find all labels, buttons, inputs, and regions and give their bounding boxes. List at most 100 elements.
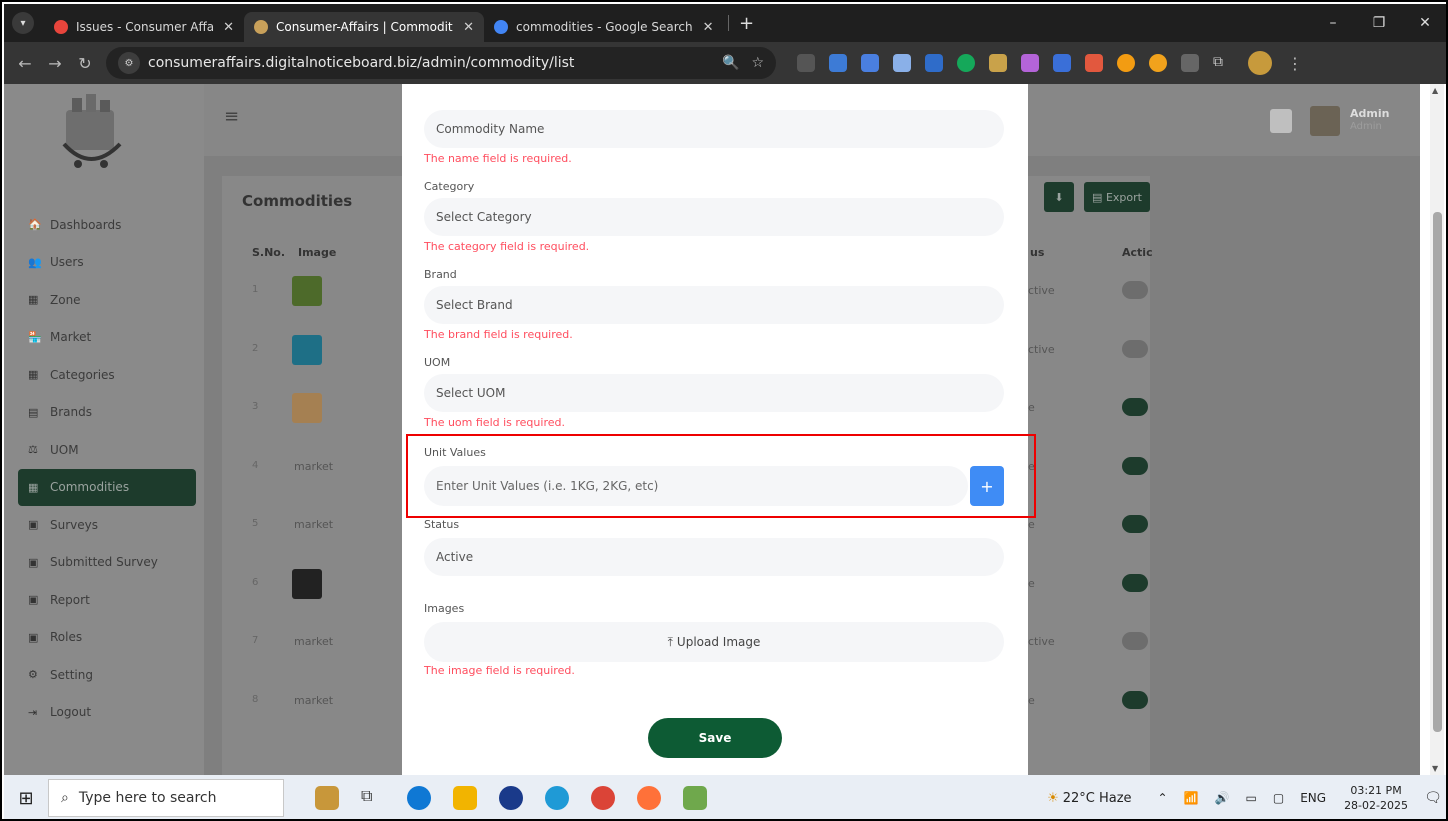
save-button[interactable]: Save — [648, 718, 782, 758]
upload-image-button[interactable]: ⤒ Upload Image — [424, 622, 1004, 662]
extension-icon[interactable] — [893, 54, 911, 72]
sidebar-item-setting[interactable]: ⚙ Setting — [18, 656, 196, 694]
extension-icon[interactable] — [1117, 54, 1135, 72]
network-icon[interactable]: 📶 — [1184, 791, 1199, 805]
clock[interactable]: 03:21 PM 28-02-2025 — [1344, 783, 1408, 813]
close-tab-icon[interactable]: ✕ — [223, 20, 234, 35]
status-select[interactable]: Active — [424, 538, 1004, 576]
battery-icon[interactable]: ▭ — [1246, 791, 1257, 805]
notification-icon[interactable] — [1270, 109, 1292, 133]
zoom-icon[interactable]: 🔍 — [722, 55, 739, 71]
back-icon[interactable]: ← — [10, 54, 40, 73]
firefox-icon[interactable] — [637, 786, 661, 810]
reload-icon[interactable]: ↻ — [70, 54, 100, 73]
column-header: S.No. — [252, 246, 286, 259]
scroll-down-icon[interactable]: ▼ — [1432, 764, 1438, 773]
forward-icon[interactable]: → — [40, 54, 70, 73]
sidebar-item-zone[interactable]: ▦ Zone — [18, 281, 196, 319]
tab-issues[interactable]: Issues - Consumer Affairs Admi ✕ — [44, 12, 244, 42]
profile-avatar[interactable] — [1248, 51, 1272, 75]
sidebar-item-dashboards[interactable]: 🏠 Dashboards — [18, 206, 196, 244]
sidebar-item-brands[interactable]: ▤ Brands — [18, 394, 196, 432]
export-button[interactable]: ▤ Export — [1084, 182, 1150, 212]
extension-icon[interactable] — [829, 54, 847, 72]
site-info-icon[interactable]: ⚙ — [118, 52, 140, 74]
grammarly-icon[interactable] — [957, 54, 975, 72]
bookmark-star-icon[interactable]: ☆ — [751, 55, 764, 71]
tab-search-button[interactable]: ▾ — [12, 12, 34, 34]
chrome-icon[interactable] — [591, 786, 615, 810]
extension-icon[interactable] — [989, 54, 1007, 72]
weather-text[interactable]: 22°C Haze — [1063, 791, 1132, 806]
broken-image-alt: market — [294, 693, 334, 707]
volume-icon[interactable]: 🔊 — [1215, 791, 1230, 805]
brand-select[interactable]: Select Brand — [424, 286, 1004, 324]
taskbar-search[interactable]: ⌕ Type here to search — [48, 779, 284, 817]
tab-commodity[interactable]: Consumer-Affairs | Commodity ✕ — [244, 12, 484, 42]
browser-toolbar: ← → ↻ ⚙ consumeraffairs.digitalnoticeboa… — [4, 42, 1446, 84]
restore-button[interactable]: ❐ — [1356, 15, 1402, 31]
status-toggle[interactable] — [1122, 281, 1148, 299]
extensions-puzzle-icon[interactable]: ⧉ — [1213, 54, 1231, 72]
sidebar-item-logout[interactable]: ⇥ Logout — [18, 694, 196, 732]
edge-icon[interactable] — [545, 786, 569, 810]
column-header: Actic — [1122, 246, 1153, 259]
app-icon[interactable] — [499, 786, 523, 810]
new-tab-button[interactable]: + — [739, 13, 754, 34]
language-indicator[interactable]: ENG — [1300, 791, 1326, 805]
extension-icon[interactable] — [1085, 54, 1103, 72]
uom-select[interactable]: Select UOM — [424, 374, 1004, 412]
sidebar-item-roles[interactable]: ▣ Roles — [18, 619, 196, 657]
extension-icon[interactable] — [1021, 54, 1039, 72]
extension-icon[interactable] — [925, 54, 943, 72]
browser-menu-icon[interactable]: ⋮ — [1280, 54, 1310, 73]
category-select[interactable]: Select Category — [424, 198, 1004, 236]
page-scrollbar[interactable]: ▲ ▼ — [1430, 84, 1444, 775]
status-toggle[interactable] — [1122, 339, 1148, 358]
select-value: Active — [436, 550, 474, 564]
sidebar-item-categories[interactable]: ▦ Categories — [18, 356, 196, 394]
extension-icon[interactable] — [797, 54, 815, 72]
page-content: 🏠 Dashboards 👥 Users ▦ Zone 🏪 Market ▦ Catego… — [4, 84, 1420, 775]
close-tab-icon[interactable]: ✕ — [703, 20, 714, 35]
address-bar[interactable]: ⚙ consumeraffairs.digitalnoticeboard.biz… — [106, 47, 776, 79]
task-view-icon[interactable]: ⧉ — [361, 786, 385, 810]
commodity-name-input[interactable]: Commodity Name — [424, 110, 1004, 148]
status-toggle[interactable] — [1122, 632, 1148, 650]
sidebar-item-commodities[interactable]: ▦ Commodities — [18, 468, 196, 506]
extension-icon[interactable] — [1181, 54, 1199, 72]
system-tray: ☀ 22°C Haze ⌃ 📶 🔊 ▭ ▢ ENG 03:21 PM 28-02… — [1047, 775, 1446, 819]
skype-icon[interactable] — [407, 786, 431, 810]
windows-start-icon[interactable]: ⊞ — [4, 788, 48, 809]
extension-icon[interactable] — [1149, 54, 1167, 72]
user-name[interactable]: Admin — [1350, 107, 1389, 120]
extension-icon[interactable] — [1053, 54, 1071, 72]
status-toggle[interactable] — [1122, 515, 1148, 533]
status-toggle[interactable] — [1122, 456, 1148, 475]
notifications-icon[interactable]: 🗨 — [1418, 790, 1446, 806]
notepad-icon[interactable] — [683, 786, 707, 810]
sidebar-item-submitted-survey[interactable]: ▣ Submitted Survey — [18, 544, 196, 582]
status-toggle[interactable] — [1122, 573, 1148, 592]
import-button[interactable]: ⬇ — [1044, 182, 1074, 212]
minimize-button[interactable]: – — [1310, 15, 1356, 31]
extension-icon[interactable] — [861, 54, 879, 72]
sidebar-item-surveys[interactable]: ▣ Surveys — [18, 506, 196, 544]
scrollbar-thumb[interactable] — [1433, 212, 1442, 732]
user-avatar[interactable] — [1310, 106, 1340, 136]
close-tab-icon[interactable]: ✕ — [463, 20, 474, 35]
scroll-up-icon[interactable]: ▲ — [1432, 86, 1438, 95]
sidebar-item-report[interactable]: ▣ Report — [18, 581, 196, 619]
file-explorer-icon[interactable] — [453, 786, 477, 810]
home-icon: 🏠 — [28, 218, 42, 232]
display-icon[interactable]: ▢ — [1273, 791, 1284, 805]
sidebar-item-market[interactable]: 🏪 Market — [18, 319, 196, 357]
sidebar-item-uom[interactable]: ⚖ UOM — [18, 431, 196, 469]
tab-google-search[interactable]: commodities - Google Search ✕ — [484, 12, 724, 42]
chevron-up-icon[interactable]: ⌃ — [1158, 791, 1168, 805]
status-toggle[interactable] — [1122, 398, 1148, 416]
status-toggle[interactable] — [1122, 690, 1148, 709]
close-window-button[interactable]: ✕ — [1402, 15, 1446, 31]
menu-toggle-icon[interactable]: ≡ — [224, 106, 239, 127]
sidebar-item-users[interactable]: 👥 Users — [18, 244, 196, 282]
